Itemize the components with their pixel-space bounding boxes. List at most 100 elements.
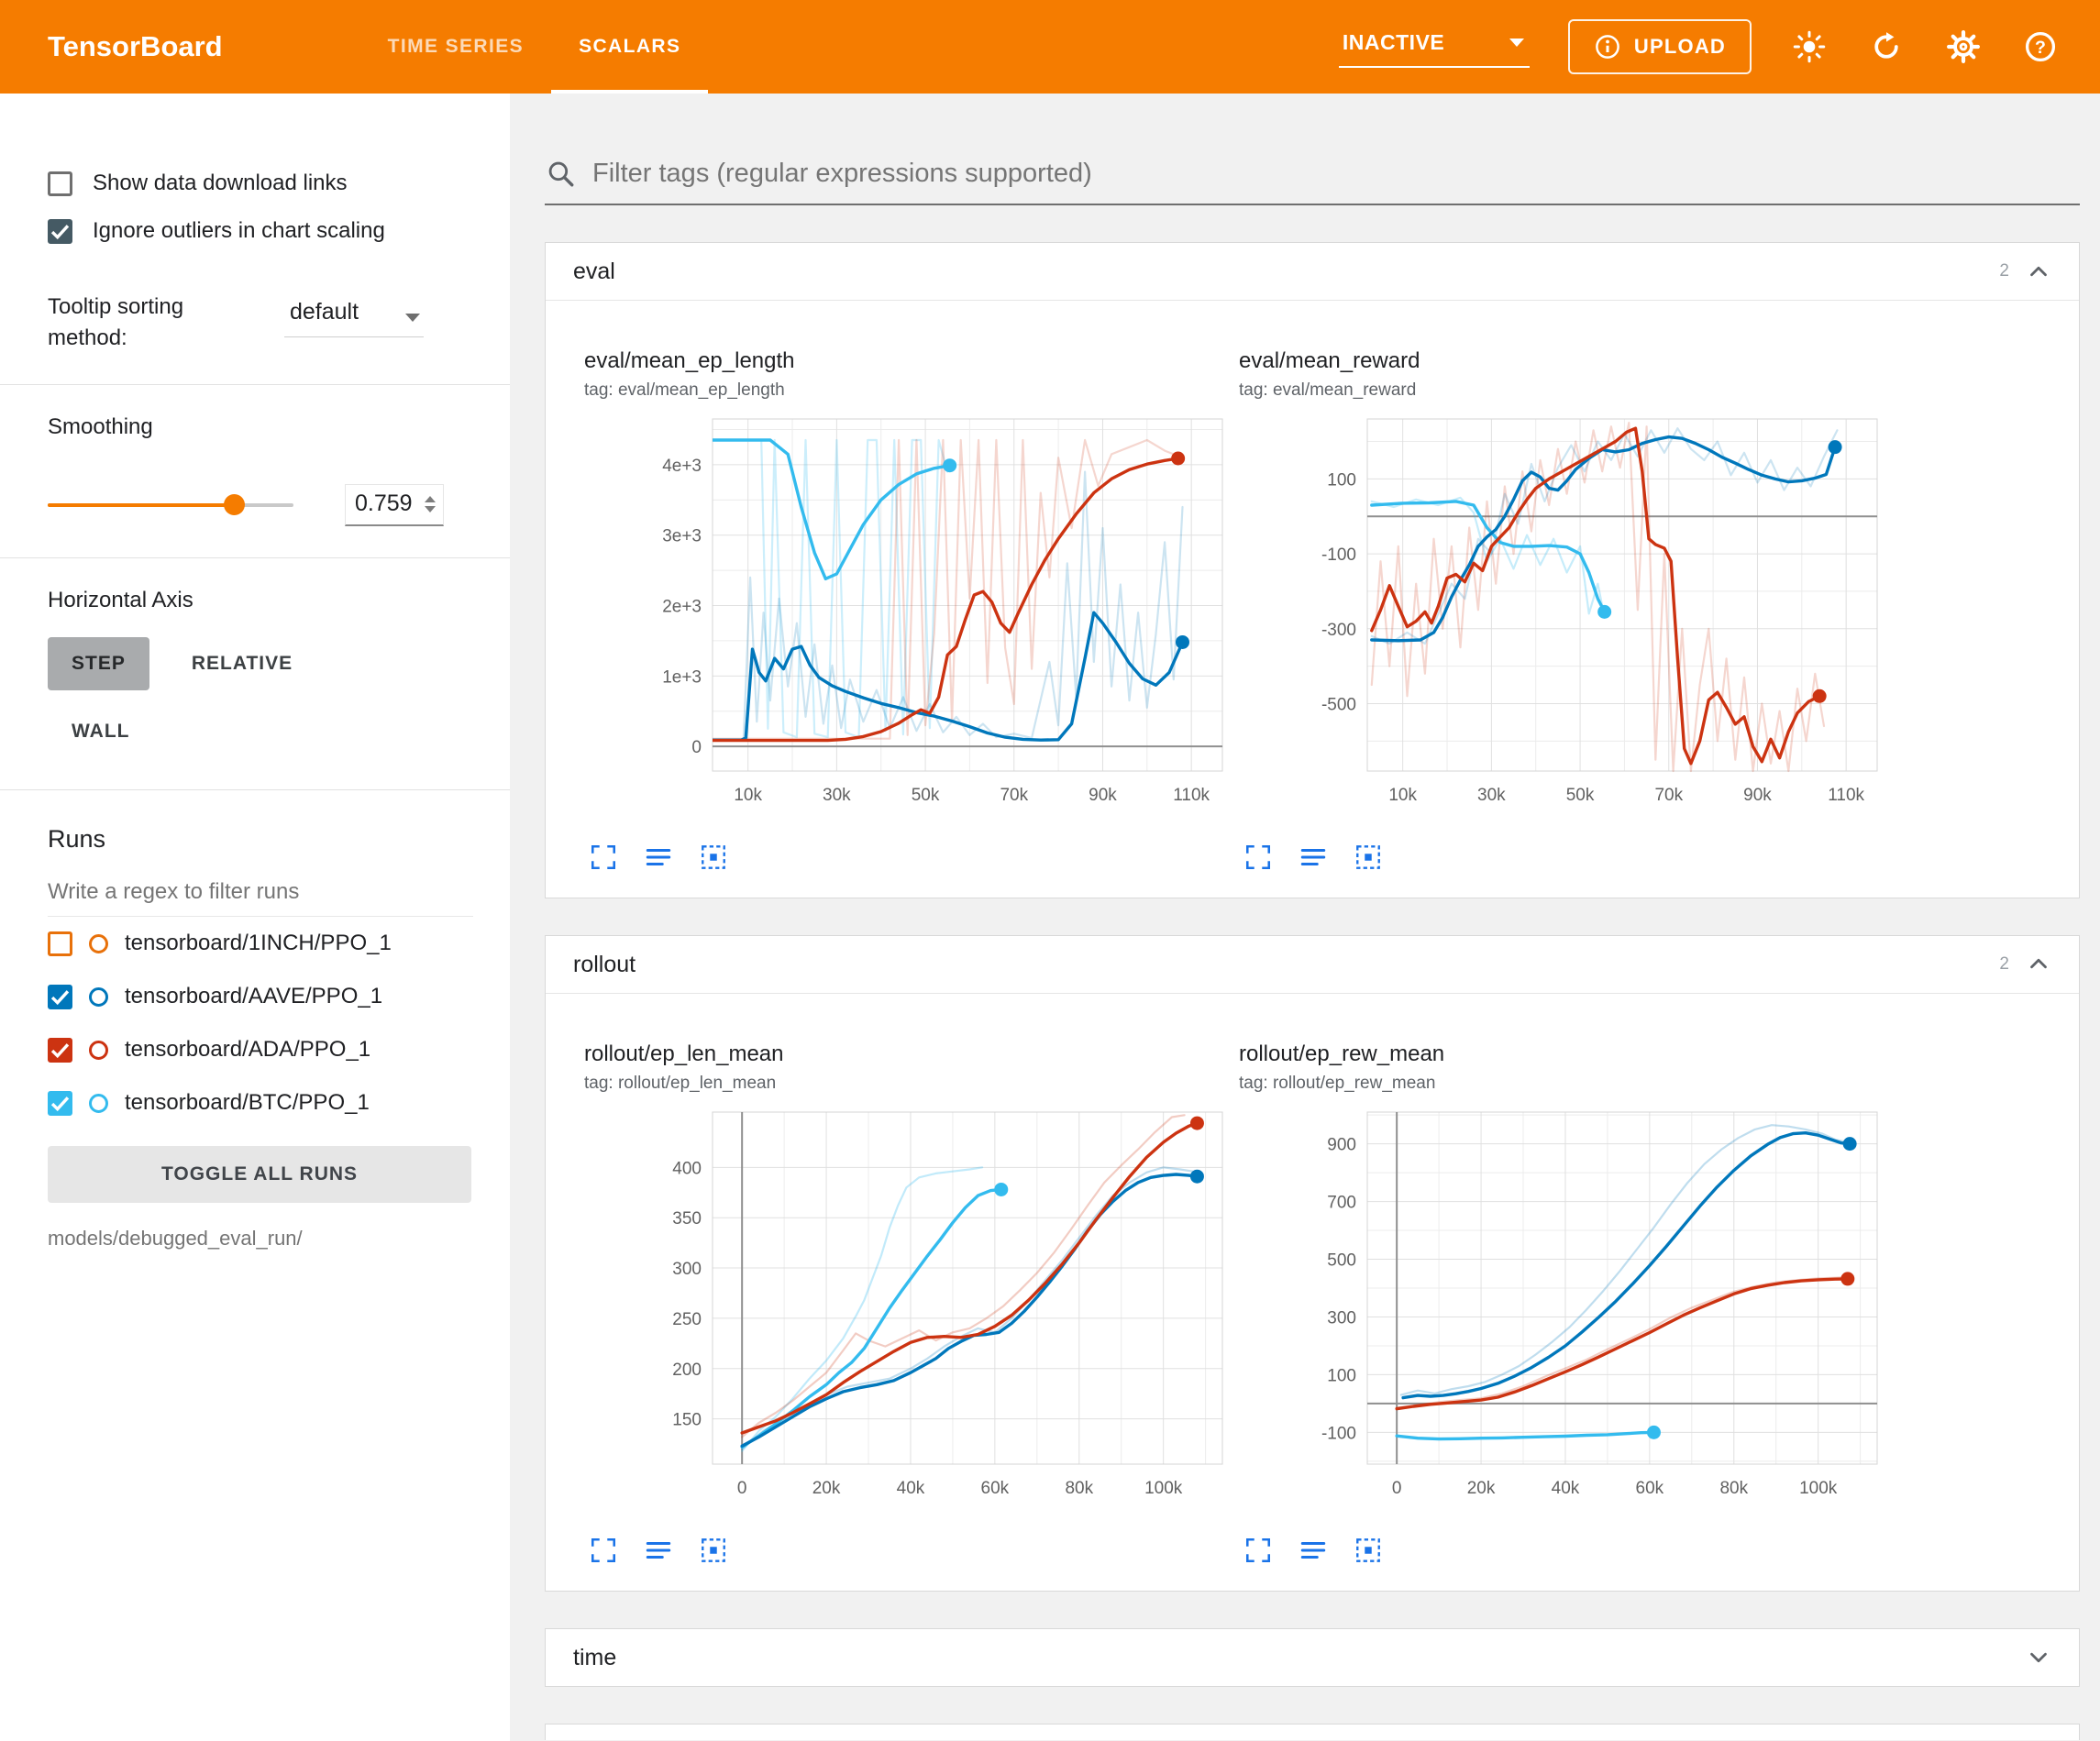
app-header: TensorBoard TIME SERIES SCALARS INACTIVE… xyxy=(0,0,2100,94)
run-row[interactable]: tensorboard/ADA/PPO_1 xyxy=(48,1023,473,1076)
run-color-circle xyxy=(89,1094,108,1113)
run-row[interactable]: tensorboard/1INCH/PPO_1 xyxy=(48,917,473,970)
section-header[interactable]: eval 2 xyxy=(546,243,2079,300)
line-chart[interactable]: 020k40k60k80k100k-100100300500700900 xyxy=(1239,1103,1881,1534)
chevron-down-icon xyxy=(1509,39,1524,47)
smoothing-slider[interactable] xyxy=(48,503,293,507)
chart-rollout-ep-len-mean: rollout/ep_len_mean tag: rollout/ep_len_… xyxy=(584,1041,1226,1567)
svg-text:100k: 100k xyxy=(1144,1479,1183,1498)
smoothing-value-input[interactable]: 0.759 xyxy=(345,484,444,526)
help-button[interactable]: ? xyxy=(2021,28,2060,66)
refresh-button[interactable] xyxy=(1867,28,1906,66)
slider-thumb[interactable] xyxy=(224,494,245,515)
upload-button[interactable]: UPLOAD xyxy=(1568,19,1752,74)
svg-text:0: 0 xyxy=(1392,1479,1402,1498)
fit-domain-button[interactable] xyxy=(698,1536,729,1567)
chart-title: rollout/ep_rew_mean xyxy=(1239,1041,1881,1067)
svg-text:900: 900 xyxy=(1327,1136,1356,1155)
checkbox-icon xyxy=(48,219,72,244)
toggle-all-runs-button[interactable]: TOGGLE ALL RUNS xyxy=(48,1146,471,1203)
line-chart[interactable]: 10k30k50k70k90k110k100-100-300-500 xyxy=(1239,410,1881,841)
run-filter-input[interactable] xyxy=(48,874,473,917)
fit-domain-button[interactable] xyxy=(1353,843,1384,874)
run-row[interactable]: tensorboard/AAVE/PPO_1 xyxy=(48,970,473,1023)
svg-text:?: ? xyxy=(2035,38,2046,58)
checkbox-label: Show data download links xyxy=(93,171,348,196)
svg-text:90k: 90k xyxy=(1743,786,1772,805)
line-chart[interactable]: 020k40k60k80k100k150200250300350400 xyxy=(584,1103,1226,1534)
tooltip-sorting-select[interactable]: default xyxy=(284,292,424,337)
svg-text:300: 300 xyxy=(1327,1308,1356,1328)
run-label: tensorboard/AAVE/PPO_1 xyxy=(125,984,382,1009)
svg-text:30k: 30k xyxy=(823,786,851,805)
tooltip-sorting-value: default xyxy=(290,299,359,325)
checkbox-icon xyxy=(48,171,72,196)
section-rollout: rollout 2 rollout/ep_len_mean tag: rollo… xyxy=(545,935,2080,1592)
axis-button-step[interactable]: STEP xyxy=(48,637,149,690)
spinner-icon[interactable] xyxy=(425,496,436,512)
run-row[interactable]: tensorboard/BTC/PPO_1 xyxy=(48,1076,473,1129)
slider-fill xyxy=(48,503,234,507)
svg-text:4e+3: 4e+3 xyxy=(662,457,702,476)
svg-text:250: 250 xyxy=(672,1310,702,1329)
data-table-button[interactable] xyxy=(643,1536,674,1567)
section-title: time xyxy=(573,1645,616,1671)
chart-tag: tag: rollout/ep_len_mean xyxy=(584,1074,1226,1094)
tab-time-series[interactable]: TIME SERIES xyxy=(360,0,551,94)
checkbox-label: Ignore outliers in chart scaling xyxy=(93,218,385,244)
chevron-down-icon xyxy=(2025,1644,2052,1671)
show-download-links-checkbox[interactable]: Show data download links xyxy=(48,160,473,207)
svg-text:350: 350 xyxy=(672,1209,702,1229)
tag-filter-input[interactable] xyxy=(592,159,2074,189)
collapse-section-button[interactable] xyxy=(2020,253,2057,290)
line-chart[interactable]: 10k30k50k70k90k110k01e+32e+33e+34e+3 xyxy=(584,410,1226,841)
svg-text:20k: 20k xyxy=(1467,1479,1496,1498)
fit-domain-button[interactable] xyxy=(1353,1536,1384,1567)
expand-chart-button[interactable] xyxy=(1243,1536,1274,1567)
svg-text:80k: 80k xyxy=(1065,1479,1093,1498)
settings-button[interactable] xyxy=(1944,28,1983,66)
collapse-section-button[interactable] xyxy=(2020,946,2057,983)
chart-rollout-ep-rew-mean: rollout/ep_rew_mean tag: rollout/ep_rew_… xyxy=(1239,1041,1881,1567)
sun-icon xyxy=(1793,30,1826,63)
section-count: 2 xyxy=(1999,261,2009,281)
runs-base-path: models/debugged_eval_run/ xyxy=(48,1227,473,1251)
svg-text:110k: 110k xyxy=(1828,786,1864,805)
axis-button-wall[interactable]: WALL xyxy=(48,705,153,758)
svg-text:10k: 10k xyxy=(734,786,762,805)
expand-chart-button[interactable] xyxy=(588,843,619,874)
chart-eval-mean-reward: eval/mean_reward tag: eval/mean_reward 1… xyxy=(1239,348,1881,874)
axis-button-relative[interactable]: RELATIVE xyxy=(168,637,316,690)
data-table-button[interactable] xyxy=(1298,843,1329,874)
horizontal-axis-buttons: STEP RELATIVE WALL xyxy=(48,637,350,758)
svg-text:100: 100 xyxy=(1327,1366,1356,1385)
expand-chart-button[interactable] xyxy=(588,1536,619,1567)
run-checkbox xyxy=(48,1038,72,1063)
connection-status-label: INACTIVE xyxy=(1343,30,1444,55)
theme-toggle-button[interactable] xyxy=(1790,28,1829,66)
svg-text:-100: -100 xyxy=(1321,1424,1356,1443)
section-title: eval xyxy=(573,259,615,285)
data-table-button[interactable] xyxy=(643,843,674,874)
fit-domain-button[interactable] xyxy=(698,843,729,874)
data-table-button[interactable] xyxy=(1298,1536,1329,1567)
expand-chart-button[interactable] xyxy=(1243,843,1274,874)
tooltip-sorting-label: Tooltip sorting method: xyxy=(48,292,264,353)
connection-status-dropdown[interactable]: INACTIVE xyxy=(1339,27,1530,68)
svg-text:200: 200 xyxy=(672,1361,702,1380)
chart-toolbar xyxy=(584,1536,1226,1567)
run-checkbox xyxy=(48,931,72,956)
expand-section-button[interactable] xyxy=(2020,1639,2057,1676)
section-count: 2 xyxy=(1999,954,2009,975)
tab-scalars[interactable]: SCALARS xyxy=(551,0,708,94)
section-header[interactable]: rollout 2 xyxy=(546,936,2079,993)
chevron-up-icon xyxy=(2025,258,2052,285)
section-header[interactable]: time xyxy=(546,1629,2079,1686)
run-label: tensorboard/BTC/PPO_1 xyxy=(125,1090,370,1116)
svg-text:1e+3: 1e+3 xyxy=(662,667,702,687)
section-eval: eval 2 eval/mean_ep_length tag: eval/mea… xyxy=(545,242,2080,898)
ignore-outliers-checkbox[interactable]: Ignore outliers in chart scaling xyxy=(48,207,473,255)
chart-title: rollout/ep_len_mean xyxy=(584,1041,1226,1067)
main-tabs: TIME SERIES SCALARS xyxy=(360,0,709,94)
svg-text:3e+3: 3e+3 xyxy=(662,527,702,546)
